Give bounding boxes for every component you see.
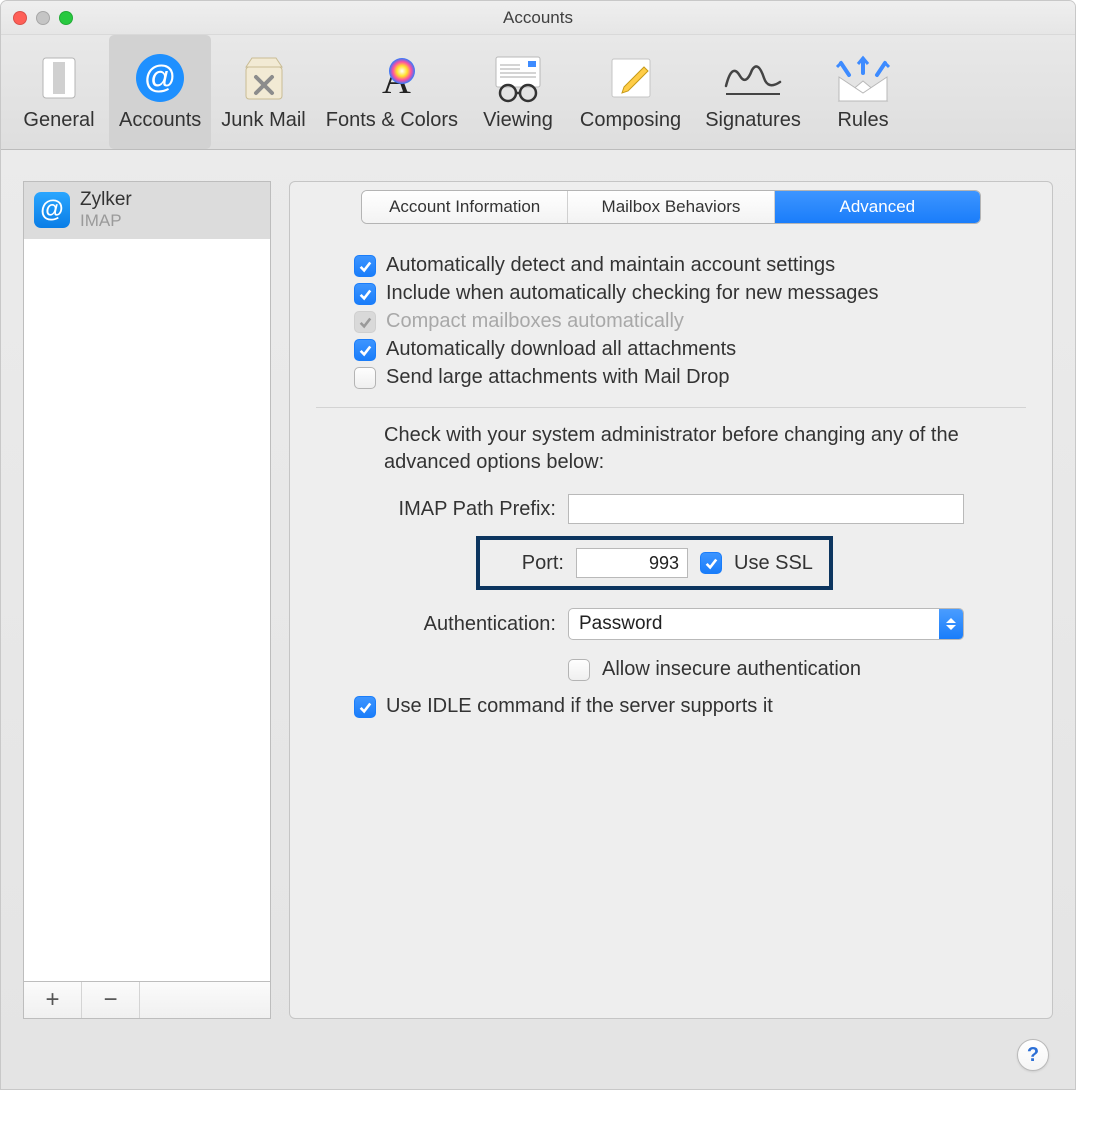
account-protocol: IMAP bbox=[80, 211, 132, 231]
toolbar-item-accounts[interactable]: @ Accounts bbox=[109, 35, 211, 149]
auto-detect-checkbox[interactable] bbox=[354, 255, 376, 277]
account-tabs: Account Information Mailbox Behaviors Ad… bbox=[361, 190, 981, 224]
port-ssl-highlight: Port: Use SSL bbox=[476, 536, 833, 590]
rules-icon bbox=[831, 49, 895, 107]
include-checking-row: Include when automatically checking for … bbox=[354, 282, 1024, 305]
zoom-window-button[interactable] bbox=[59, 11, 73, 25]
port-input[interactable] bbox=[576, 548, 688, 578]
select-arrows-icon bbox=[939, 609, 963, 639]
toolbar-item-label: General bbox=[23, 109, 94, 132]
sidebar-button-filler bbox=[140, 982, 270, 1018]
add-account-button[interactable]: + bbox=[24, 982, 82, 1018]
download-attachments-row: Automatically download all attachments bbox=[354, 338, 1024, 361]
tab-account-information[interactable]: Account Information bbox=[362, 191, 568, 223]
allow-insecure-label: Allow insecure authentication bbox=[602, 658, 861, 681]
toolbar-item-label: Viewing bbox=[483, 109, 553, 132]
tab-advanced[interactable]: Advanced bbox=[775, 191, 980, 223]
toolbar-item-general[interactable]: General bbox=[9, 35, 109, 149]
compact-row: Compact mailboxes automatically bbox=[354, 310, 1024, 333]
content-area: @ Zylker IMAP + − Account Information Ma… bbox=[1, 151, 1075, 1089]
allow-insecure-checkbox[interactable] bbox=[568, 659, 590, 681]
help-button[interactable]: ? bbox=[1017, 1039, 1049, 1071]
account-name: Zylker bbox=[80, 190, 132, 211]
compact-checkbox bbox=[354, 311, 376, 333]
mail-drop-row: Send large attachments with Mail Drop bbox=[354, 366, 1024, 389]
imap-prefix-label: IMAP Path Prefix: bbox=[318, 498, 556, 521]
preferences-toolbar: General @ Accounts Junk Mail bbox=[1, 35, 1075, 150]
account-panel: Account Information Mailbox Behaviors Ad… bbox=[289, 181, 1053, 1019]
divider bbox=[316, 407, 1026, 408]
auto-detect-row: Automatically detect and maintain accoun… bbox=[354, 254, 1024, 277]
toolbar-item-label: Fonts & Colors bbox=[326, 109, 458, 132]
toolbar-item-rules[interactable]: Rules bbox=[813, 35, 913, 149]
authentication-label: Authentication: bbox=[318, 613, 556, 636]
include-checking-label: Include when automatically checking for … bbox=[386, 282, 878, 305]
mail-drop-checkbox[interactable] bbox=[354, 367, 376, 389]
window-title: Accounts bbox=[1, 8, 1075, 28]
authentication-select[interactable]: Password bbox=[568, 608, 964, 640]
toolbar-item-fonts-colors[interactable]: A Fonts & Colors bbox=[316, 35, 468, 149]
mail-drop-label: Send large attachments with Mail Drop bbox=[386, 366, 730, 389]
authentication-row: Authentication: Password bbox=[318, 608, 1024, 640]
download-attachments-label: Automatically download all attachments bbox=[386, 338, 736, 361]
imap-prefix-input[interactable] bbox=[568, 494, 964, 524]
compact-label: Compact mailboxes automatically bbox=[386, 310, 684, 333]
accounts-sidebar: @ Zylker IMAP + − bbox=[23, 181, 271, 1019]
general-icon bbox=[27, 49, 91, 107]
toolbar-item-viewing[interactable]: Viewing bbox=[468, 35, 568, 149]
toolbar-item-signatures[interactable]: Signatures bbox=[693, 35, 813, 149]
use-idle-checkbox[interactable] bbox=[354, 696, 376, 718]
svg-text:@: @ bbox=[144, 59, 176, 95]
titlebar: Accounts bbox=[1, 1, 1075, 35]
authentication-select-wrap: Password bbox=[568, 608, 964, 640]
toolbar-item-label: Rules bbox=[837, 109, 888, 132]
tab-mailbox-behaviors[interactable]: Mailbox Behaviors bbox=[568, 191, 774, 223]
imap-prefix-row: IMAP Path Prefix: bbox=[318, 494, 1024, 524]
download-attachments-checkbox[interactable] bbox=[354, 339, 376, 361]
toolbar-item-label: Junk Mail bbox=[221, 109, 305, 132]
minimize-window-button[interactable] bbox=[36, 11, 50, 25]
port-label: Port: bbox=[484, 552, 564, 575]
close-window-button[interactable] bbox=[13, 11, 27, 25]
use-ssl-checkbox[interactable] bbox=[700, 552, 722, 574]
account-row[interactable]: @ Zylker IMAP bbox=[24, 182, 270, 239]
preferences-window: Accounts General @ Accounts bbox=[0, 0, 1076, 1090]
toolbar-item-junk-mail[interactable]: Junk Mail bbox=[211, 35, 315, 149]
junk-mail-icon bbox=[232, 49, 296, 107]
use-idle-label: Use IDLE command if the server supports … bbox=[386, 695, 773, 718]
accounts-icon: @ bbox=[128, 49, 192, 107]
include-checking-checkbox[interactable] bbox=[354, 283, 376, 305]
allow-insecure-row: Allow insecure authentication bbox=[318, 658, 1024, 681]
auto-detect-label: Automatically detect and maintain accoun… bbox=[386, 254, 835, 277]
sidebar-buttons: + − bbox=[23, 981, 271, 1019]
use-ssl-label: Use SSL bbox=[734, 552, 813, 575]
signatures-icon bbox=[721, 49, 785, 107]
toolbar-item-label: Composing bbox=[580, 109, 681, 132]
fonts-colors-icon: A bbox=[360, 49, 424, 107]
traffic-lights bbox=[13, 11, 73, 25]
accounts-list[interactable]: @ Zylker IMAP bbox=[23, 181, 271, 981]
toolbar-item-label: Signatures bbox=[705, 109, 801, 132]
toolbar-item-label: Accounts bbox=[119, 109, 201, 132]
remove-account-button[interactable]: − bbox=[82, 982, 140, 1018]
advanced-note: Check with your system administrator bef… bbox=[384, 422, 994, 476]
use-idle-row: Use IDLE command if the server supports … bbox=[354, 695, 1024, 718]
viewing-icon bbox=[486, 49, 550, 107]
composing-icon bbox=[599, 49, 663, 107]
toolbar-item-composing[interactable]: Composing bbox=[568, 35, 693, 149]
at-icon: @ bbox=[34, 192, 70, 228]
